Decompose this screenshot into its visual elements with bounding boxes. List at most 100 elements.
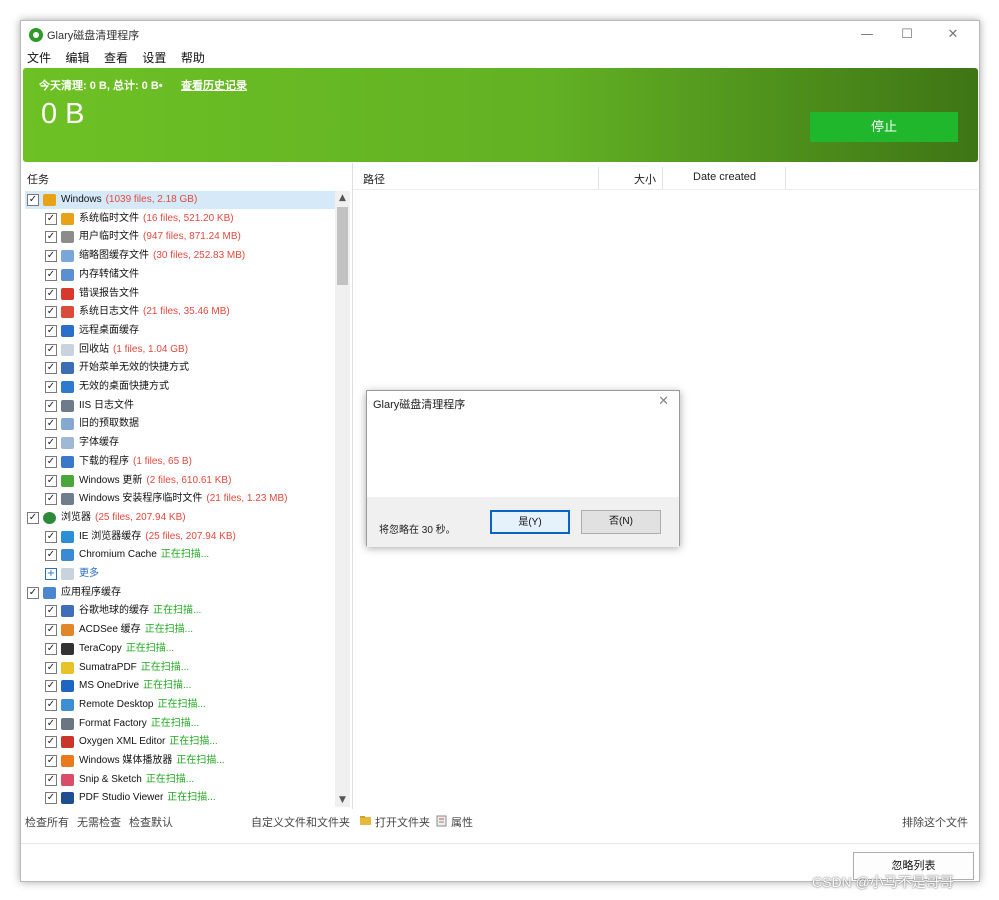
check-none-link[interactable]: 无需检查 [77, 814, 121, 832]
menu-view[interactable]: 查看 [104, 49, 128, 67]
tree-item[interactable]: ✓ 系统日志文件 (21 files, 35.46 MB) [25, 303, 335, 321]
tree-item[interactable]: ✓ 系统临时文件 (16 files, 521.20 KB) [25, 210, 335, 228]
checkbox[interactable]: ✓ [45, 250, 57, 263]
checkbox[interactable]: ✓ [45, 661, 57, 674]
checkbox[interactable]: ✓ [45, 717, 57, 730]
checkbox[interactable]: ✓ [27, 194, 39, 206]
checkbox[interactable]: ✓ [45, 287, 57, 300]
tree-item[interactable]: ✓ 应用程序缓存 [25, 584, 335, 602]
item-count: (947 files, 871.24 MB) [143, 231, 241, 243]
dialog-close-icon[interactable]: ✕ [658, 394, 669, 409]
stop-button[interactable]: 停止 [810, 112, 958, 142]
checkbox[interactable]: ✓ [45, 418, 57, 431]
tree-item[interactable]: ✓ Chromium Cache 正在扫描... [25, 546, 335, 564]
tree-scrollbar[interactable]: ▲ ▼ [335, 191, 350, 807]
tree-item[interactable]: ✓ IIS 日志文件 [25, 397, 335, 415]
scroll-down-icon[interactable]: ▼ [335, 793, 350, 807]
tree-item[interactable]: ✓ Snip & Sketch 正在扫描... [25, 771, 335, 789]
check-all-link[interactable]: 检查所有 [25, 814, 69, 832]
tree-item[interactable]: ✓ ACDSee 缓存 正在扫描... [25, 621, 335, 639]
checkbox[interactable]: ✓ [27, 586, 39, 599]
close-window-button[interactable]: ✕ [933, 23, 973, 47]
checkbox[interactable]: ✓ [45, 474, 57, 487]
tree-item[interactable]: + 更多 [25, 565, 335, 583]
panel-divider [352, 163, 353, 809]
checkbox[interactable]: ✓ [45, 324, 57, 337]
minimize-button[interactable]: — [847, 23, 887, 47]
scroll-thumb[interactable] [337, 207, 348, 285]
no-button[interactable]: 否(N) [581, 510, 661, 534]
tree-item[interactable]: ✓ MS OneDrive 正在扫描... [25, 677, 335, 695]
menu-file[interactable]: 文件 [27, 49, 51, 67]
tree-item[interactable]: ✓ Windows 更新 (2 files, 610.61 KB) [25, 472, 335, 490]
expand-icon[interactable]: + [45, 568, 57, 580]
checkbox[interactable]: ✓ [45, 437, 57, 450]
maximize-button[interactable]: ☐ [887, 23, 927, 47]
checkbox[interactable]: ✓ [45, 343, 57, 356]
checkbox[interactable]: ✓ [45, 624, 57, 637]
tree-item[interactable]: ✓ PDF Studio Viewer 正在扫描... [25, 789, 335, 807]
tree-item[interactable]: ✓ 远程桌面缓存 [25, 322, 335, 340]
checkbox[interactable]: ✓ [45, 268, 57, 281]
tree-item-label: 无效的桌面快捷方式 [79, 378, 169, 396]
tree-item[interactable]: ✓ SumatraPDF 正在扫描... [25, 659, 335, 677]
tree-item[interactable]: ✓ Remote Desktop 正在扫描... [25, 696, 335, 714]
checkbox[interactable]: ✓ [45, 773, 57, 786]
scroll-up-icon[interactable]: ▲ [335, 191, 350, 205]
tree-item[interactable]: ✓ 缩略图缓存文件 (30 files, 252.83 MB) [25, 247, 335, 265]
open-folder-link[interactable]: 打开文件夹 [375, 814, 430, 832]
tree-item[interactable]: ✓ Format Factory 正在扫描... [25, 715, 335, 733]
column-path[interactable]: 路径 [363, 171, 385, 187]
checkbox[interactable]: ✓ [45, 399, 57, 412]
tree-item[interactable]: ✓ 内存转储文件 [25, 266, 335, 284]
tree-item[interactable]: ✓ TeraCopy 正在扫描... [25, 640, 335, 658]
checkbox[interactable]: ✓ [45, 680, 57, 693]
checkbox[interactable]: ✓ [45, 642, 57, 655]
tree-item[interactable]: ✓ 用户临时文件 (947 files, 871.24 MB) [25, 228, 335, 246]
custom-files-link[interactable]: 自定义文件和文件夹 [251, 814, 350, 832]
tree-item-label: 系统日志文件 (21 files, 35.46 MB) [79, 303, 230, 321]
checkbox[interactable]: ✓ [45, 231, 57, 244]
check-default-link[interactable]: 检查默认 [129, 814, 173, 832]
tree-item[interactable]: ✓ 下载的程序 (1 files, 65 B) [25, 453, 335, 471]
column-size[interactable]: 大小 [634, 171, 656, 187]
windows-update-icon [61, 474, 74, 487]
tree-item[interactable]: ✓ 错误报告文件 [25, 285, 335, 303]
tree-item[interactable]: ✓ 开始菜单无效的快捷方式 [25, 359, 335, 377]
history-link[interactable]: 查看历史记录 [181, 77, 247, 93]
tree-item[interactable]: ✓ IE 浏览器缓存 (25 files, 207.94 KB) [25, 528, 335, 546]
checkbox[interactable]: ✓ [45, 530, 57, 543]
exclude-file-link[interactable]: 排除这个文件 [902, 814, 968, 832]
tree-item[interactable]: ✓ 无效的桌面快捷方式 [25, 378, 335, 396]
column-date-created[interactable]: Date created [693, 171, 756, 183]
checkbox[interactable]: ✓ [45, 736, 57, 749]
tree-item[interactable]: ✓ Windows (1039 files, 2.18 GB) [25, 191, 335, 209]
checkbox[interactable]: ✓ [45, 306, 57, 319]
checkbox[interactable]: ✓ [45, 381, 57, 393]
tree-item[interactable]: ✓ 谷歌地球的缓存 正在扫描... [25, 602, 335, 620]
checkbox[interactable]: ✓ [45, 755, 57, 767]
menu-edit[interactable]: 编辑 [65, 49, 89, 67]
properties-link[interactable]: 属性 [451, 814, 473, 832]
yes-button[interactable]: 是(Y) [490, 510, 570, 534]
checkbox[interactable]: ✓ [45, 493, 57, 506]
tree-item[interactable]: ✓ 回收站 (1 files, 1.04 GB) [25, 341, 335, 359]
menu-settings[interactable]: 设置 [142, 49, 166, 67]
checkbox[interactable]: ✓ [45, 605, 57, 618]
checkbox[interactable]: ✓ [45, 212, 57, 225]
tree-item[interactable]: ✓ Windows 安装程序临时文件 (21 files, 1.23 MB) [25, 490, 335, 508]
item-name: 内存转储文件 [79, 268, 139, 280]
tree-item[interactable]: ✓ 浏览器 (25 files, 207.94 KB) [25, 509, 335, 527]
checkbox[interactable]: ✓ [45, 549, 57, 562]
scan-status: 正在扫描... [167, 792, 216, 804]
tree-item[interactable]: ✓ 旧的预取数据 [25, 415, 335, 433]
checkbox[interactable]: ✓ [27, 511, 39, 524]
checkbox[interactable]: ✓ [45, 362, 57, 375]
checkbox[interactable]: ✓ [45, 455, 57, 468]
tree-item[interactable]: ✓ Oxygen XML Editor 正在扫描... [25, 733, 335, 751]
menu-help[interactable]: 帮助 [181, 49, 205, 67]
checkbox[interactable]: ✓ [45, 792, 57, 805]
tree-item[interactable]: ✓ 字体缓存 [25, 434, 335, 452]
checkbox[interactable]: ✓ [45, 698, 57, 711]
tree-item[interactable]: ✓ Windows 媒体播放器 正在扫描... [25, 752, 335, 770]
